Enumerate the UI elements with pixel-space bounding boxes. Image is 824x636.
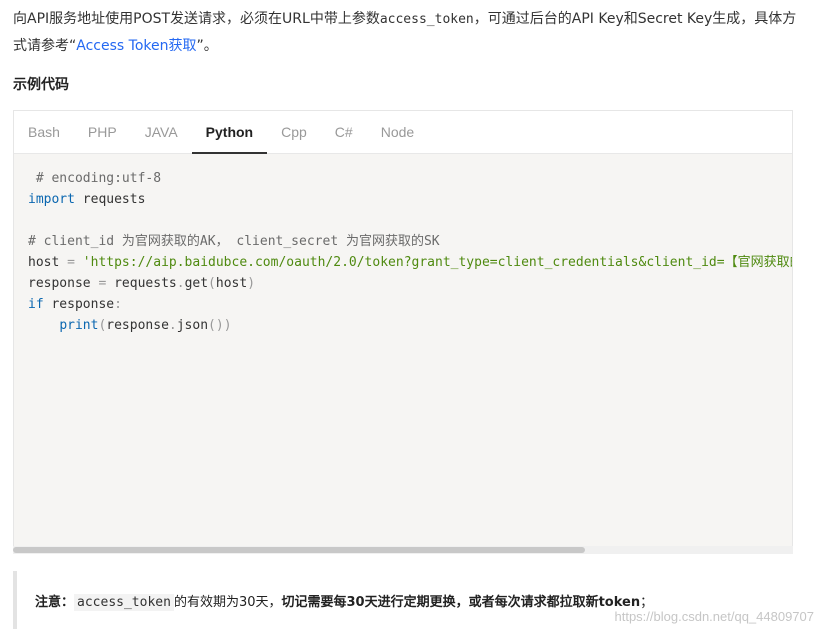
code-print-dot: . [168, 318, 177, 333]
intro-paragraph: 向API服务地址使用POST发送请求，必须在URL中带上参数access_tok… [13, 6, 803, 59]
code-print: print [59, 318, 99, 333]
code-paren-open: ( [208, 276, 216, 291]
code-dot: . [176, 276, 185, 291]
code-block: # encoding:utf-8 import requests # clien… [14, 154, 792, 336]
code-paren-close: ) [247, 276, 256, 291]
code-import-module: requests [74, 192, 146, 207]
tab-csharp[interactable]: C# [321, 111, 367, 153]
code-if-response: response [43, 297, 115, 312]
code-eq-2: = [90, 276, 115, 291]
tab-node[interactable]: Node [367, 111, 428, 153]
note-text-2: ； [640, 594, 654, 610]
code-body[interactable]: # encoding:utf-8 import requests # clien… [14, 154, 792, 546]
note-bold-text: 切记需要每30天进行定期更换，或者每次请求都拉取新token [281, 594, 641, 610]
code-get: get [184, 276, 209, 291]
code-keyword-if: if [28, 297, 44, 312]
code-print-close: ()) [208, 318, 232, 333]
code-var-host: host [28, 255, 60, 270]
language-tabs: Bash PHP JAVA Python Cpp C# Node [14, 111, 792, 154]
tab-cpp[interactable]: Cpp [267, 111, 321, 153]
tab-java[interactable]: JAVA [131, 111, 192, 153]
code-arg-host: host [215, 276, 248, 291]
code-colon: : [114, 297, 122, 312]
code-line-1: # encoding:utf-8 [28, 171, 162, 186]
intro-text-1: 向API服务地址使用POST发送请求，必须在URL中带上参数 [13, 11, 380, 27]
code-keyword-import: import [28, 192, 75, 207]
code-requests: requests [114, 276, 177, 291]
code-url-string: 'https://aip.baidubce.com/oauth/2.0/toke… [82, 255, 792, 270]
horizontal-scrollbar[interactable] [13, 546, 793, 554]
intro-text-3: ”。 [196, 38, 218, 54]
code-print-arg: response [106, 318, 169, 333]
code-json: json [176, 318, 209, 333]
code-eq: = [59, 255, 83, 270]
note-code-access-token: access_token [74, 593, 174, 611]
watermark: https://blog.csdn.net/qq_44809707 [614, 609, 815, 624]
section-title: 示例代码 [13, 77, 69, 93]
note-label: 注意： [35, 594, 75, 610]
code-var-response: response [28, 276, 91, 291]
tab-python[interactable]: Python [191, 111, 268, 154]
access-token-link[interactable]: Access Token获取 [76, 38, 196, 54]
note-text-1: 的有效期为30天， [173, 594, 282, 610]
code-panel: Bash PHP JAVA Python Cpp C# Node # encod… [13, 110, 793, 553]
tab-php[interactable]: PHP [74, 111, 131, 153]
intro-code-access-token: access_token [379, 12, 474, 27]
page: 向API服务地址使用POST发送请求，必须在URL中带上参数access_tok… [0, 0, 824, 636]
code-line-comment-ak-sk: # client_id 为官网获取的AK， client_secret 为官网获… [28, 234, 440, 249]
scrollbar-thumb[interactable] [13, 547, 585, 553]
tab-bash[interactable]: Bash [14, 111, 74, 153]
